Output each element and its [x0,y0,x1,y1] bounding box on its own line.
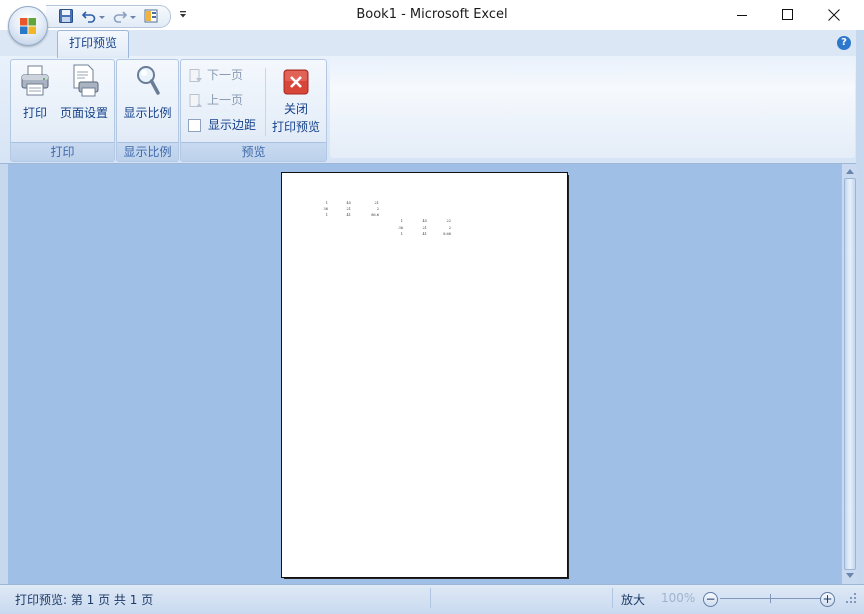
checkbox-icon [188,119,201,132]
page-cell: 1 [325,213,328,217]
zoom-out-icon[interactable]: − [703,592,718,607]
print-button-label: 打印 [22,106,47,120]
help-icon[interactable]: ? [837,36,851,50]
page-cell: 86.6 [371,213,379,217]
office-button-icon [20,18,36,34]
next-page-button[interactable]: 下一页 [188,65,243,85]
page-cell: 41 [346,213,351,217]
group-print: 打印 页面设置 打印 [10,59,115,162]
close-window-button[interactable] [811,0,857,30]
page-cell: 41 [422,232,427,236]
page-cell: 21 [346,207,351,211]
tab-print-preview[interactable]: 打印预览 [57,30,129,58]
page-cell: 22 [446,219,451,223]
minimize-button[interactable] [719,0,765,30]
page-setup-button-label: 页面设置 [59,106,108,120]
page-cell: 2 [448,226,451,230]
show-margins-label: 显示边距 [208,118,257,132]
vertical-scrollbar[interactable] [841,164,857,584]
close-preview-label-1: 关闭 [283,102,308,116]
status-bar: 打印预览: 第 1 页 共 1 页 放大 100% − + [0,584,864,614]
close-print-preview-button[interactable]: 关闭 打印预览 [270,66,322,134]
zoom-level[interactable]: 100% [661,591,695,605]
page-cell: 36 [323,207,328,211]
page-cell: 45 [422,219,427,223]
zoom-in-label[interactable]: 放大 [621,591,645,608]
page-cell: 45 [346,201,351,205]
page-cell: 2 [376,207,379,211]
maximize-icon [782,9,793,20]
page-cell: 21 [374,201,379,205]
page-setup-button[interactable]: 页面设置 [58,64,110,120]
resize-grip-icon[interactable] [845,592,857,604]
page-cell: 8.66 [443,232,451,236]
next-page-icon [189,68,202,82]
ribbon-tab-row [0,30,864,57]
close-preview-label-2: 打印预览 [271,120,320,134]
magnifier-icon [136,66,160,95]
minimize-icon [737,15,747,16]
show-margins-checkbox[interactable]: 显示边距 [188,115,256,135]
group-label-preview: 预览 [181,142,326,161]
group-zoom: 显示比例 显示比例 [116,59,179,162]
scroll-up-icon[interactable] [846,169,854,174]
group-label-print: 打印 [11,142,114,161]
page-cell: 1 [400,232,403,236]
scroll-down-icon[interactable] [846,573,854,578]
zoom-button[interactable]: 显示比例 [121,64,174,120]
zoom-slider-thumb[interactable] [770,594,771,603]
maximize-button[interactable] [765,0,811,30]
previous-page-label: 上一页 [207,93,244,107]
zoom-button-label: 显示比例 [123,106,172,120]
page-cell: 1 [325,201,328,205]
page-cell: 21 [422,226,427,230]
previous-page-icon [189,93,202,107]
title-bar: Book1 - Microsoft Excel [0,0,864,30]
zoom-in-icon[interactable]: + [820,592,835,607]
close-preview-icon [283,69,309,95]
close-icon [828,9,840,21]
print-button[interactable]: 打印 [17,64,53,120]
group-preview: 下一页 上一页 显示边距 关闭 打印预览 预览 [180,59,327,162]
previous-page-button[interactable]: 上一页 [188,90,243,110]
printer-icon [21,65,49,96]
page-setup-icon [73,64,99,97]
preview-page[interactable]: 1 45 21 36 21 2 1 41 86.6 1 45 22 36 21 … [281,172,568,578]
group-label-zoom: 显示比例 [117,142,178,161]
zoom-slider[interactable] [720,598,822,599]
page-info: 打印预览: 第 1 页 共 1 页 [15,593,154,607]
scroll-thumb[interactable] [844,178,856,570]
office-button[interactable] [8,6,48,46]
page-cell: 36 [398,226,403,230]
page-cell: 1 [400,219,403,223]
next-page-label: 下一页 [207,68,244,82]
